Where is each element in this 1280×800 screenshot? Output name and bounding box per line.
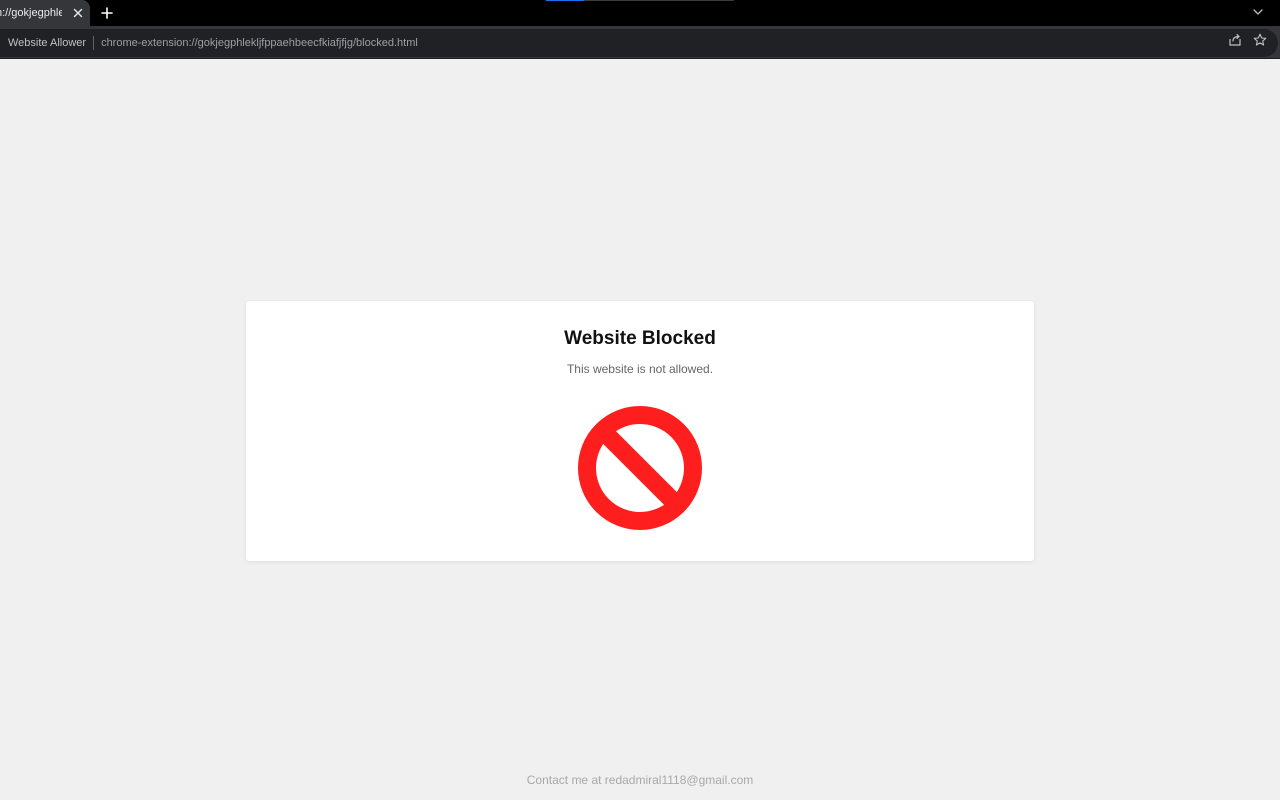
address-bar[interactable]: Website Allower chrome-extension://gokje… [0, 29, 1278, 57]
extension-origin-label: Website Allower [8, 37, 87, 49]
page-body: Website Blocked This website is not allo… [0, 59, 1280, 800]
page-title: Website Blocked [564, 328, 716, 349]
plus-icon[interactable] [98, 4, 116, 22]
tab-active[interactable]: n://gokjegphlek [0, 0, 90, 26]
loading-indicator [546, 0, 734, 1]
url-text[interactable]: chrome-extension://gokjegphlekljfppaehbe… [101, 37, 418, 49]
blocked-card: Website Blocked This website is not allo… [246, 301, 1034, 561]
omnibox-divider [93, 36, 95, 50]
chevron-down-icon[interactable] [1250, 4, 1266, 20]
blocked-message: This website is not allowed. [566, 362, 714, 376]
tab-strip: n://gokjegphlek [0, 0, 1280, 26]
star-icon[interactable] [1252, 32, 1268, 48]
close-icon[interactable] [70, 5, 86, 21]
share-icon[interactable] [1227, 32, 1243, 48]
browser-toolbar: Website Allower chrome-extension://gokje… [0, 26, 1280, 59]
prohibited-icon [578, 406, 702, 530]
tab-title: n://gokjegphlek [0, 7, 62, 19]
contact-footer: Contact me at redadmiral1118@gmail.com [526, 773, 754, 787]
